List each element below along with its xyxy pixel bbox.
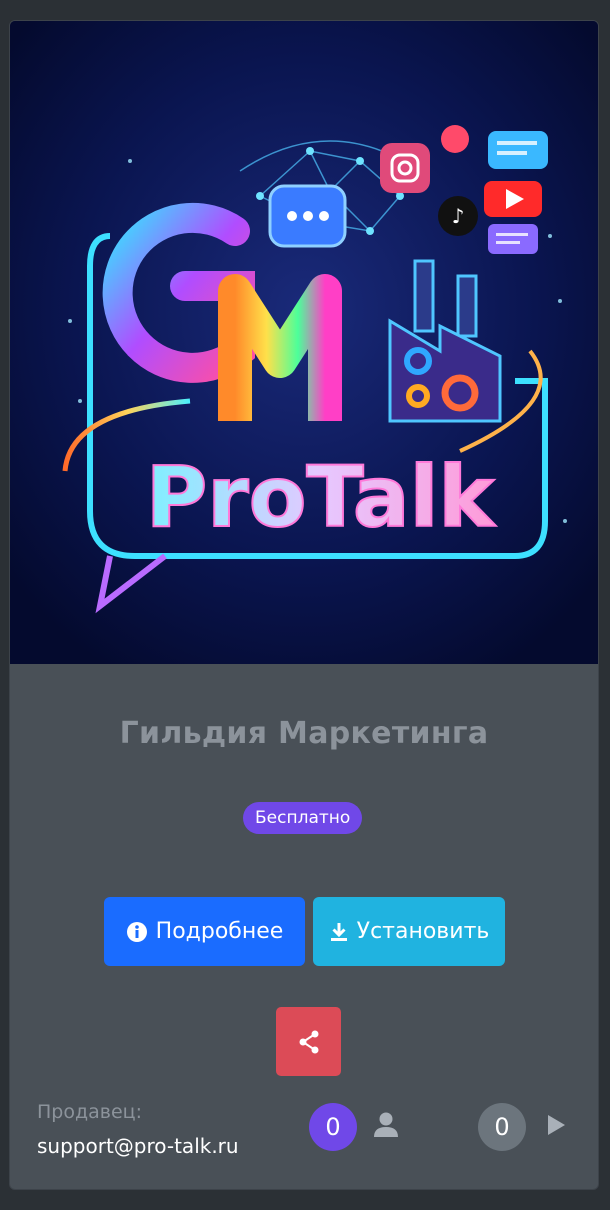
seller-email[interactable]: support@pro-talk.ru [37, 1134, 239, 1158]
share-button[interactable] [276, 1007, 341, 1076]
install-button-label: Установить [356, 919, 490, 944]
logo-illustration: ♪ ProTalk [10, 21, 598, 664]
info-icon [126, 921, 147, 942]
plays-count-badge: 0 [478, 1103, 526, 1151]
product-card: ♪ ProTalk Гильдия Маркетинга Бесплатно П… [9, 20, 599, 1190]
svg-text:♪: ♪ [452, 204, 465, 228]
seller-label: Продавец: [37, 1101, 142, 1123]
product-image[interactable]: ♪ ProTalk [10, 21, 598, 664]
play-icon [548, 1115, 565, 1135]
svg-text:ProTalk: ProTalk [146, 448, 497, 546]
user-icon [374, 1112, 398, 1137]
users-count-badge: 0 [309, 1103, 357, 1151]
share-icon [299, 1030, 318, 1053]
details-button[interactable]: Подробнее [104, 897, 305, 966]
details-button-label: Подробнее [155, 919, 284, 944]
download-icon [330, 922, 347, 941]
install-button[interactable]: Установить [313, 897, 505, 966]
product-title: Гильдия Маркетинга [119, 716, 489, 751]
price-badge: Бесплатно [243, 802, 363, 834]
